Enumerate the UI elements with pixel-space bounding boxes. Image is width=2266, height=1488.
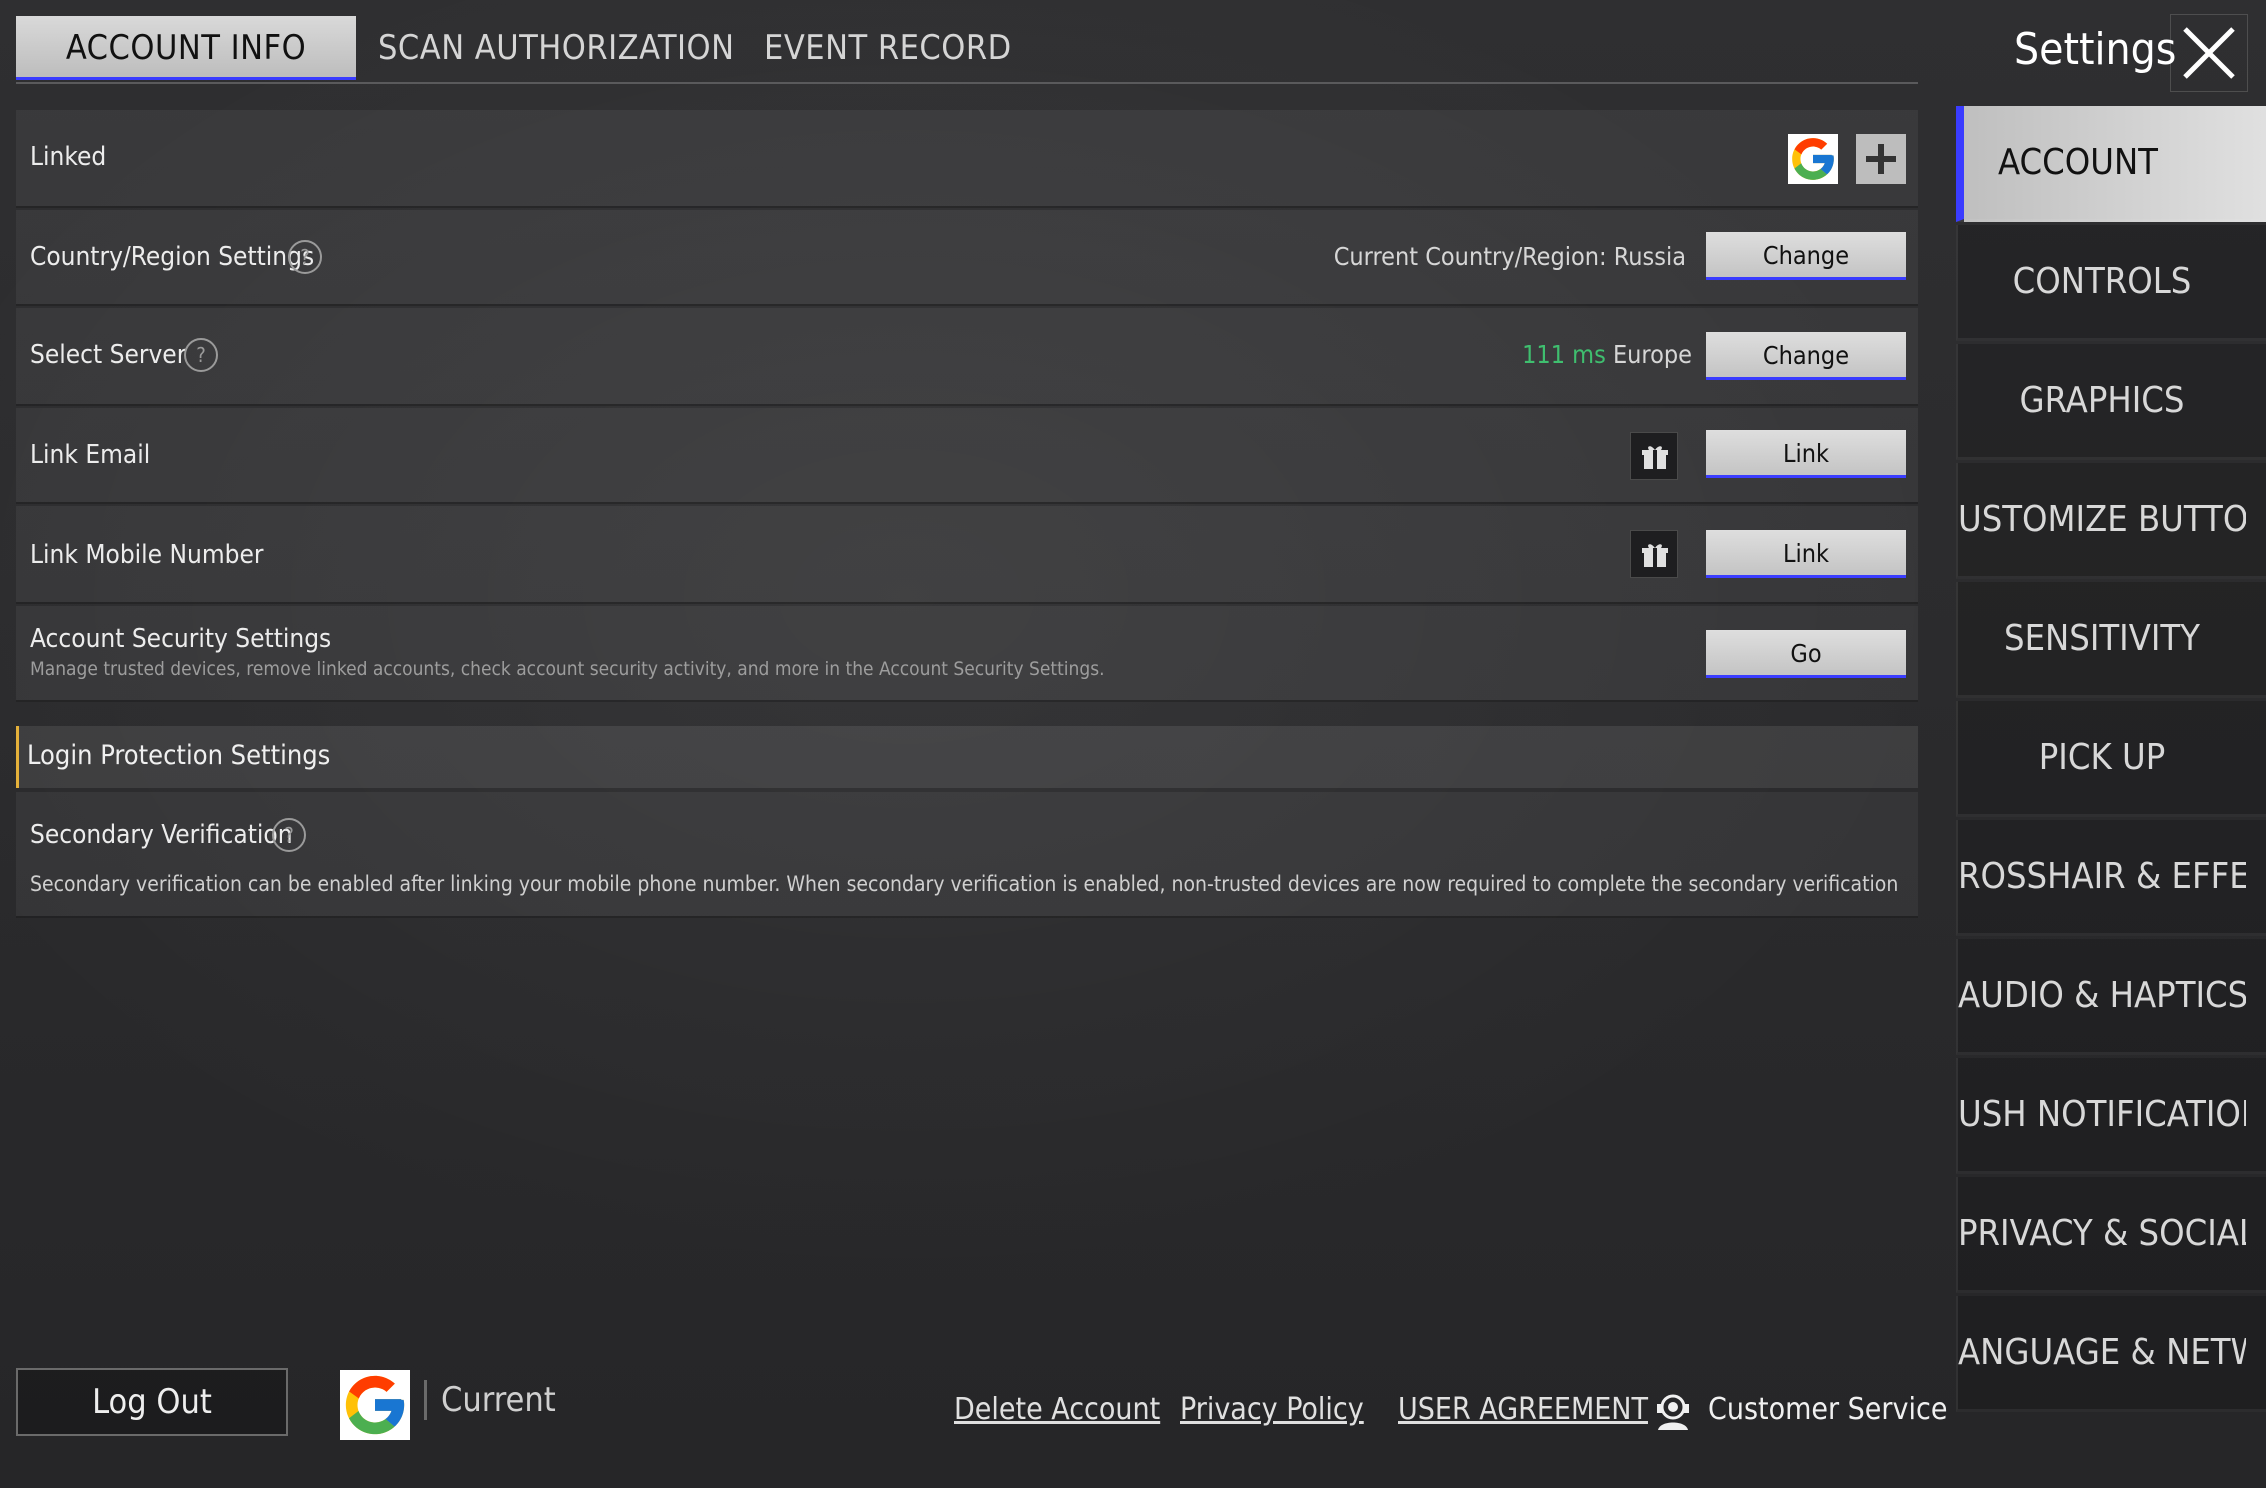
sidebar-item-label: GRAPHICS	[2019, 380, 2185, 421]
customer-service-link[interactable]: Customer Service	[1708, 1392, 1947, 1427]
sidebar-item-controls[interactable]: CONTROLS	[1956, 225, 2266, 341]
plus-icon	[1866, 144, 1896, 174]
current-account-label: Current	[424, 1380, 556, 1420]
account-security-label: Account Security Settings	[30, 624, 332, 654]
privacy-policy-link[interactable]: Privacy Policy	[1180, 1392, 1364, 1427]
account-security-row: Account Security Settings Manage trusted…	[16, 606, 1918, 702]
sidebar-item-push-notifications[interactable]: USH NOTIFICATIONS	[1956, 1058, 2266, 1174]
sidebar-item-label: ANGUAGE & NETWO	[1958, 1332, 2246, 1373]
sidebar-item-label: CONTROLS	[2012, 261, 2192, 302]
user-agreement-link[interactable]: USER AGREEMENT	[1398, 1392, 1648, 1427]
country-region-row: Country/Region Settings ? Current Countr…	[16, 210, 1918, 306]
current-country-value: Current Country/Region: Russia	[1333, 242, 1686, 271]
close-button[interactable]	[2170, 14, 2248, 92]
settings-title: Settings	[2014, 24, 2177, 75]
sidebar-item-label: PRIVACY & SOCIAL	[1958, 1213, 2246, 1254]
sidebar-item-label: USTOMIZE BUTTONS	[1958, 499, 2246, 540]
question-circle-icon[interactable]: ?	[288, 240, 322, 274]
sidebar-item-pick-up[interactable]: PICK UP	[1956, 701, 2266, 817]
customer-service-icon[interactable]	[1652, 1390, 1694, 1432]
tab-scan-authorization[interactable]: SCAN AUTHORIZATION	[378, 16, 735, 80]
sidebar-item-sensitivity[interactable]: SENSITIVITY	[1956, 582, 2266, 698]
delete-account-link[interactable]: Delete Account	[954, 1392, 1160, 1427]
sidebar-item-label: SENSITIVITY	[2004, 618, 2200, 659]
server-ping: 111 ms	[1522, 340, 1606, 369]
change-server-button[interactable]: Change	[1706, 332, 1906, 380]
sidebar-item-privacy-social[interactable]: PRIVACY & SOCIAL	[1956, 1177, 2266, 1293]
sidebar-item-label: ACCOUNT	[1998, 142, 2158, 183]
sidebar-item-graphics[interactable]: GRAPHICS	[1956, 344, 2266, 460]
sidebar-item-audio-haptics[interactable]: AUDIO & HAPTICS	[1956, 939, 2266, 1055]
link-email-row: Link Email Link	[16, 408, 1918, 504]
google-linked-icon[interactable]	[1788, 134, 1838, 184]
linked-label: Linked	[30, 142, 107, 172]
secondary-verification-row: Secondary Verification ? Secondary verif…	[16, 792, 1918, 918]
top-tab-bar: ACCOUNT INFO SCAN AUTHORIZATION EVENT RE…	[16, 16, 1918, 84]
select-server-label: Select Server	[30, 340, 187, 370]
select-server-row: Select Server ? 111 ms Europe Change	[16, 308, 1918, 406]
log-out-button[interactable]: Log Out	[16, 1368, 288, 1436]
change-country-button[interactable]: Change	[1706, 232, 1906, 280]
question-circle-icon[interactable]: ?	[272, 818, 306, 852]
login-protection-header: Login Protection Settings	[16, 726, 1918, 788]
secondary-verification-label: Secondary Verification	[30, 820, 293, 850]
gift-icon[interactable]	[1630, 530, 1678, 578]
sidebar-item-label: ROSSHAIR & EFFEC	[1958, 856, 2246, 897]
tab-account-info[interactable]: ACCOUNT INFO	[16, 16, 356, 80]
gift-icon[interactable]	[1630, 432, 1678, 480]
google-logo-icon	[340, 1370, 410, 1440]
sidebar-item-crosshair-effects[interactable]: ROSSHAIR & EFFEC	[1956, 820, 2266, 936]
account-security-go-button[interactable]: Go	[1706, 630, 1906, 678]
sidebar-item-customize-buttons[interactable]: USTOMIZE BUTTONS	[1956, 463, 2266, 579]
server-status: 111 ms Europe	[1522, 340, 1692, 369]
close-icon	[2183, 27, 2235, 79]
link-email-button[interactable]: Link	[1706, 430, 1906, 478]
sidebar-item-label: AUDIO & HAPTICS	[1958, 975, 2246, 1016]
question-circle-icon[interactable]: ?	[184, 338, 218, 372]
tab-event-record[interactable]: EVENT RECORD	[764, 16, 1012, 80]
account-security-description: Manage trusted devices, remove linked ac…	[30, 658, 1105, 680]
sidebar-item-label: USH NOTIFICATIONS	[1958, 1094, 2246, 1135]
link-email-label: Link Email	[30, 440, 151, 470]
sidebar-item-label: PICK UP	[2038, 737, 2166, 778]
add-link-button[interactable]	[1856, 134, 1906, 184]
country-region-label: Country/Region Settings	[30, 242, 315, 272]
secondary-verification-description: Secondary verification can be enabled af…	[30, 872, 1900, 896]
sidebar-item-language-network[interactable]: ANGUAGE & NETWO	[1956, 1296, 2266, 1412]
server-region: Europe	[1612, 340, 1692, 369]
link-mobile-label: Link Mobile Number	[30, 540, 264, 570]
link-mobile-button[interactable]: Link	[1706, 530, 1906, 578]
sidebar-item-account[interactable]: ACCOUNT	[1956, 106, 2266, 222]
linked-row: Linked	[16, 110, 1918, 208]
login-protection-title: Login Protection Settings	[27, 740, 331, 771]
link-mobile-row: Link Mobile Number Link	[16, 506, 1918, 604]
